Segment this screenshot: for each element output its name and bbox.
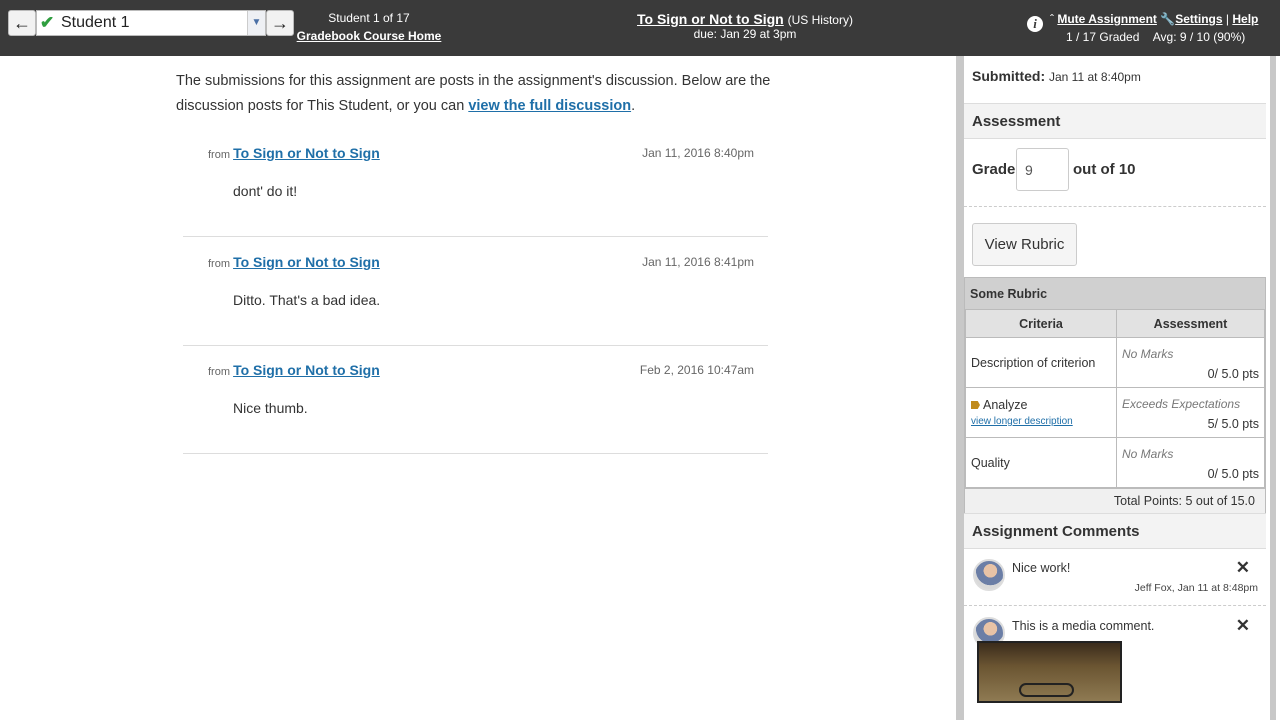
view-full-discussion-link[interactable]: view the full discussion bbox=[468, 98, 631, 114]
mute-assignment-link[interactable]: Mute Assignment bbox=[1057, 12, 1157, 26]
grade-input[interactable] bbox=[1016, 148, 1069, 191]
header-links: ˆ Mute Assignment 🔧Settings | Help bbox=[1050, 12, 1280, 26]
post-topic-link[interactable]: To Sign or Not to Sign bbox=[233, 145, 380, 161]
post-body: Ditto. That's a bad idea. bbox=[233, 292, 381, 308]
rubric-points: 0/ 5.0 pts bbox=[1207, 367, 1259, 381]
criteria-column-header: Criteria bbox=[965, 309, 1117, 338]
arrow-right-icon: → bbox=[271, 13, 289, 33]
divider bbox=[964, 206, 1266, 207]
discussion-post: from To Sign or Not to Sign Jan 11, 2016… bbox=[183, 237, 768, 346]
panel-scrollbar[interactable] bbox=[1270, 56, 1276, 720]
media-comment-thumbnail[interactable] bbox=[977, 641, 1122, 703]
discussion-post: from To Sign or Not to Sign Jan 11, 2016… bbox=[183, 128, 768, 237]
assignment-comments-heading: Assignment Comments bbox=[964, 513, 1266, 549]
rubric-table: Some Rubric Criteria Assessment Descript… bbox=[964, 277, 1266, 515]
assessment-heading: Assessment bbox=[964, 103, 1266, 139]
rubric-criterion: Analyze bbox=[983, 398, 1028, 412]
student-select[interactable]: ✔ Student 1 ▼ bbox=[36, 10, 266, 36]
post-body: Nice thumb. bbox=[233, 400, 308, 416]
rubric-header-row: Criteria Assessment bbox=[965, 309, 1265, 338]
outcome-tag-icon bbox=[971, 401, 980, 409]
grade-label: Grade bbox=[972, 161, 1016, 178]
student-count: Student 1 of 17 bbox=[328, 11, 410, 25]
grading-panel: Submitted: Jan 11 at 8:40pm Assessment G… bbox=[956, 56, 1272, 720]
rubric-assessment-cell[interactable]: No Marks 0/ 5.0 pts bbox=[1116, 337, 1265, 388]
post-from: from To Sign or Not to Sign bbox=[208, 145, 380, 161]
course-name: (US History) bbox=[787, 13, 853, 27]
rubric-rating: No Marks bbox=[1122, 447, 1174, 461]
rubric-title: Some Rubric bbox=[965, 278, 1265, 309]
view-longer-description-link[interactable]: view longer description bbox=[971, 416, 1111, 427]
discussion-intro: The submissions for this assignment are … bbox=[176, 69, 776, 119]
avatar bbox=[973, 559, 1005, 591]
rubric-row: Quality No Marks 0/ 5.0 pts bbox=[965, 437, 1265, 488]
post-body: dont' do it! bbox=[233, 183, 298, 199]
student-select-value: Student 1 bbox=[61, 14, 130, 31]
rubric-criterion: Quality bbox=[965, 437, 1117, 488]
rubric-points: 0/ 5.0 pts bbox=[1207, 467, 1259, 481]
wrench-icon: 🔧 bbox=[1160, 12, 1176, 26]
grade-out-of: out of 10 bbox=[1073, 161, 1136, 178]
graded-info: 1 / 17 Graded Avg: 9 / 10 (90%) bbox=[1066, 30, 1245, 44]
post-date: Jan 11, 2016 8:40pm bbox=[642, 146, 754, 160]
intro-end: . bbox=[631, 98, 636, 114]
rubric-criterion: Description of criterion bbox=[965, 337, 1117, 388]
post-date: Jan 11, 2016 8:41pm bbox=[642, 255, 754, 269]
from-label: from bbox=[208, 149, 230, 161]
comment-meta: Jeff Fox, Jan 11 at 8:48pm bbox=[1134, 582, 1258, 594]
submitted-label: Submitted: bbox=[972, 68, 1046, 84]
post-from: from To Sign or Not to Sign bbox=[208, 362, 380, 378]
submitted-value: Jan 11 at 8:40pm bbox=[1049, 70, 1141, 84]
rubric-total-points: Total Points: 5 out of 15.0 bbox=[965, 488, 1265, 514]
rubric-row: Analyze view longer description Exceeds … bbox=[965, 387, 1265, 438]
close-icon[interactable]: ✕ bbox=[1236, 616, 1250, 636]
rubric-points: 5/ 5.0 pts bbox=[1207, 417, 1259, 431]
comment-item: Nice work! ✕ Jeff Fox, Jan 11 at 8:48pm bbox=[964, 549, 1266, 606]
close-icon[interactable]: ✕ bbox=[1236, 558, 1250, 578]
rubric-grid: Criteria Assessment Description of crite… bbox=[965, 309, 1265, 488]
checkmark-icon: ✔ bbox=[40, 13, 55, 32]
from-label: from bbox=[208, 366, 230, 378]
rubric-assessment-cell[interactable]: No Marks 0/ 5.0 pts bbox=[1116, 437, 1265, 488]
previous-student-button[interactable]: ← bbox=[8, 10, 36, 36]
info-icon[interactable]: i bbox=[1027, 16, 1043, 32]
rubric-row: Description of criterion No Marks 0/ 5.0… bbox=[965, 337, 1265, 388]
post-topic-link[interactable]: To Sign or Not to Sign bbox=[233, 254, 380, 270]
comment-text: This is a media comment. bbox=[1012, 619, 1155, 633]
assignment-title-link[interactable]: To Sign or Not to Sign bbox=[637, 11, 784, 27]
rubric-rating: Exceeds Expectations bbox=[1122, 397, 1241, 411]
assessment-column-header: Assessment bbox=[1116, 309, 1265, 338]
graded-count: 1 / 17 Graded bbox=[1066, 30, 1140, 44]
comment-text: Nice work! bbox=[1012, 561, 1071, 575]
post-date: Feb 2, 2016 10:47am bbox=[639, 363, 754, 377]
caret-up-icon: ˆ bbox=[1050, 12, 1054, 26]
assignment-title-line: To Sign or Not to Sign (US History) bbox=[560, 11, 930, 27]
arrow-left-icon: ← bbox=[13, 13, 31, 33]
rubric-criterion-cell: Analyze view longer description bbox=[965, 387, 1117, 438]
post-topic-link[interactable]: To Sign or Not to Sign bbox=[233, 362, 380, 378]
gradebook-course-home-link[interactable]: Gradebook Course Home bbox=[290, 29, 448, 43]
due-date: due: Jan 29 at 3pm bbox=[693, 27, 797, 41]
settings-link[interactable]: Settings bbox=[1175, 12, 1222, 26]
from-label: from bbox=[208, 258, 230, 270]
grade-row: Grade out of 10 bbox=[972, 148, 1262, 192]
media-thumbnail-content bbox=[1019, 683, 1074, 697]
rubric-assessment-cell[interactable]: Exceeds Expectations 5/ 5.0 pts bbox=[1116, 387, 1265, 438]
average-score: Avg: 9 / 10 (90%) bbox=[1152, 30, 1246, 44]
post-from: from To Sign or Not to Sign bbox=[208, 254, 380, 270]
view-rubric-button[interactable]: View Rubric bbox=[972, 223, 1077, 266]
submitted-info: Submitted: Jan 11 at 8:40pm bbox=[972, 68, 1141, 84]
discussion-post: from To Sign or Not to Sign Feb 2, 2016 … bbox=[183, 345, 768, 454]
help-link[interactable]: Help bbox=[1232, 12, 1258, 26]
header-separator: | bbox=[1225, 12, 1230, 26]
rubric-rating: No Marks bbox=[1122, 347, 1174, 361]
gradebook-header: ← ✔ Student 1 ▼ → Student 1 of 17 Gradeb… bbox=[0, 0, 1280, 56]
chevron-down-icon[interactable]: ▼ bbox=[247, 11, 265, 35]
